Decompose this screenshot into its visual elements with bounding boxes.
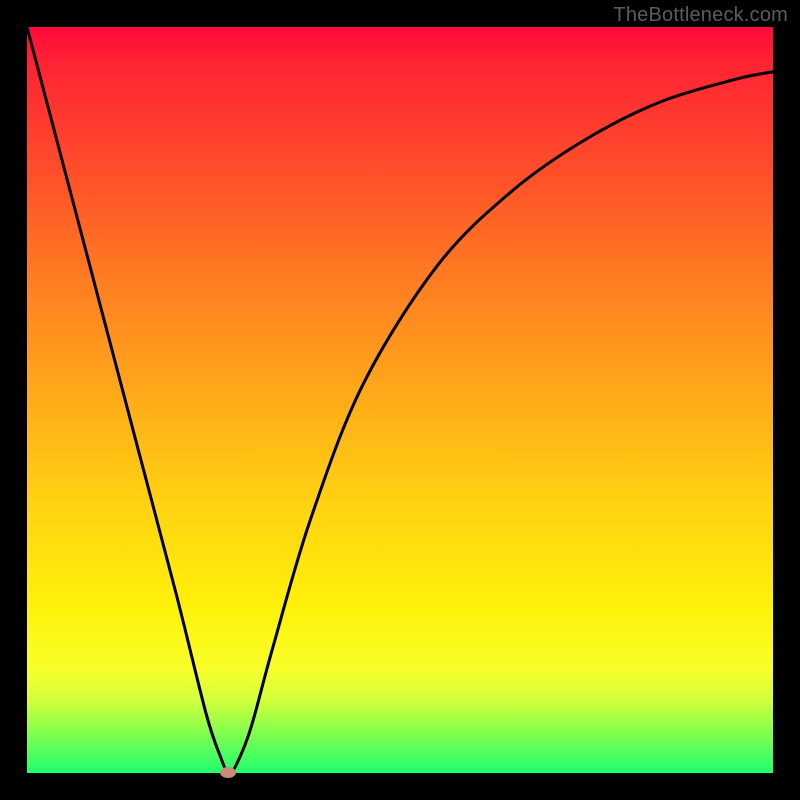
curve-path [27, 27, 773, 773]
chart-frame: TheBottleneck.com [0, 0, 800, 800]
bottleneck-curve [27, 27, 773, 773]
plot-area [27, 27, 773, 773]
optimum-marker [220, 767, 236, 778]
attribution-text: TheBottleneck.com [613, 4, 788, 27]
